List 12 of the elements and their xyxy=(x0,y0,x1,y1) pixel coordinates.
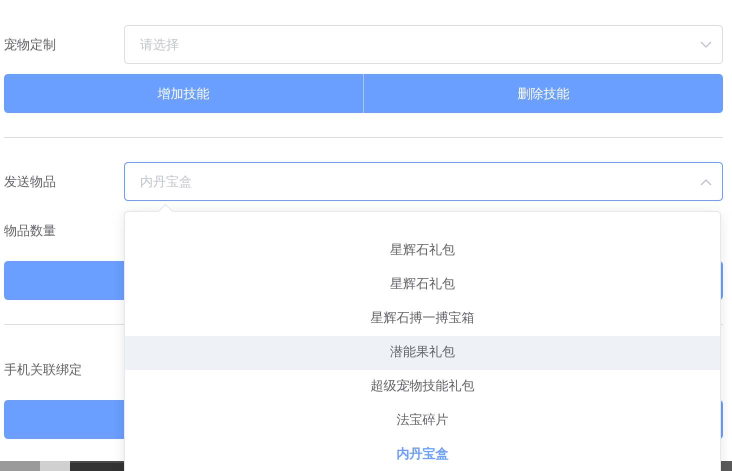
field-label: 发送物品 xyxy=(4,174,57,190)
field-label: 宠物定制 xyxy=(4,36,57,54)
dropdown-option[interactable]: 星辉石礼包 xyxy=(125,234,720,268)
dropdown-option[interactable]: 星辉石搏一搏宝箱 xyxy=(125,302,720,336)
chevron-up-icon xyxy=(700,178,712,186)
chevron-down-icon xyxy=(700,40,712,48)
field-label: 手机关联绑定 xyxy=(4,362,83,379)
dropdown-option[interactable]: 法宝碎片 xyxy=(125,404,720,438)
dropdown-option[interactable]: 星辉石礼包 xyxy=(125,268,720,302)
field-label: 物品数量 xyxy=(4,222,57,240)
dropdown-option[interactable]: 超级宠物技能礼包 xyxy=(125,370,720,404)
dropdown-option[interactable]: 潜能果礼包 xyxy=(125,336,720,370)
